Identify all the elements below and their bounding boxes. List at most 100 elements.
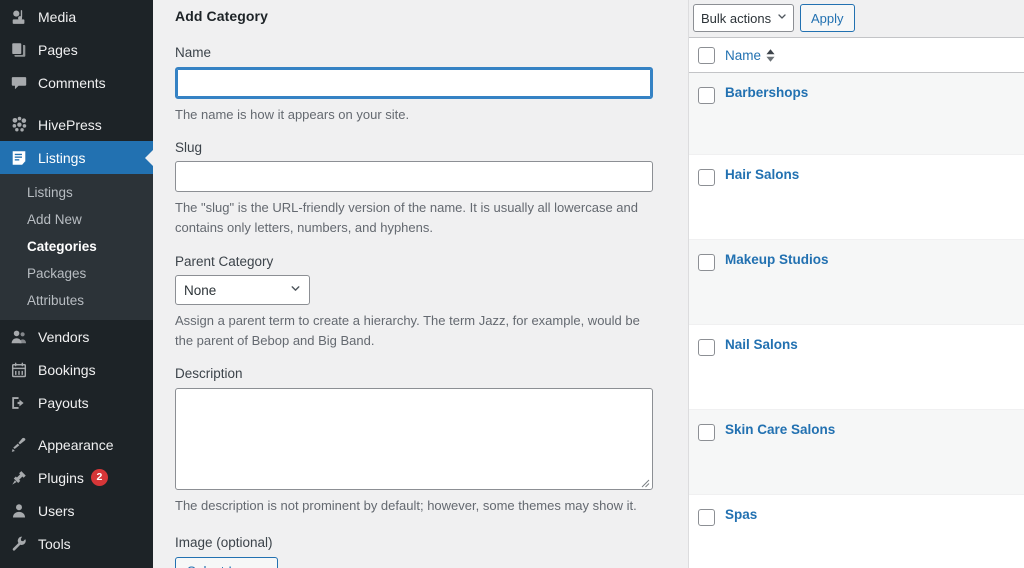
add-category-form: Add Category Name The name is how it app… — [153, 0, 688, 568]
row-checkbox[interactable] — [698, 254, 715, 271]
row-name-cell: Makeup Studios — [725, 239, 1024, 325]
plugins-icon — [9, 468, 29, 488]
sidebar-item-payouts[interactable]: Payouts — [0, 386, 153, 419]
sidebar-item-label: Plugins — [38, 469, 84, 486]
field-image: Image (optional) Select Image — [175, 534, 666, 568]
table-row[interactable]: Hair Salons — [689, 154, 1024, 240]
category-link[interactable]: Barbershops — [725, 85, 808, 100]
submenu-item-attributes[interactable]: Attributes — [0, 287, 153, 314]
row-name-cell: Skin Care Salons — [725, 409, 1024, 495]
row-name-cell: Nail Salons — [725, 324, 1024, 410]
sidebar-separator — [0, 419, 153, 428]
sort-by-name-link[interactable]: Name — [725, 48, 775, 63]
admin-sidebar: Media Pages Comments HivePress Listings … — [0, 0, 153, 568]
chevron-down-icon — [289, 282, 302, 298]
categories-list-panel: Bulk actions Apply Name Barbershops Hair… — [688, 0, 1024, 568]
sidebar-item-vendors[interactable]: Vendors — [0, 320, 153, 353]
users-icon — [9, 501, 29, 521]
pages-icon — [9, 40, 29, 60]
slug-label: Slug — [175, 139, 203, 155]
sidebar-item-label: Bookings — [38, 361, 96, 378]
row-checkbox[interactable] — [698, 339, 715, 356]
field-description: Description The description is not promi… — [175, 365, 666, 516]
payouts-icon — [9, 393, 29, 413]
row-checkbox-cell — [689, 494, 725, 568]
table-head: Name — [689, 37, 1024, 73]
select-all-checkbox[interactable] — [698, 46, 715, 64]
sidebar-item-users[interactable]: Users — [0, 494, 153, 527]
name-label: Name — [175, 45, 212, 60]
sidebar-separator — [0, 99, 153, 108]
form-heading: Add Category — [175, 8, 268, 24]
table-body: Barbershops Hair Salons Makeup Studios N… — [689, 72, 1024, 568]
table-header-row: Name — [689, 37, 1024, 73]
chevron-down-icon — [776, 11, 788, 26]
table-row[interactable]: Barbershops — [689, 72, 1024, 155]
parent-category-help-text: Assign a parent term to create a hierarc… — [175, 313, 640, 349]
category-link[interactable]: Hair Salons — [725, 167, 799, 182]
sidebar-item-label: Comments — [38, 74, 106, 91]
table-row[interactable]: Spas — [689, 494, 1024, 568]
row-checkbox[interactable] — [698, 169, 715, 186]
media-icon — [9, 7, 29, 27]
submenu-item-packages[interactable]: Packages — [0, 260, 153, 287]
description-help-text: The description is not prominent by defa… — [175, 497, 637, 513]
tools-icon — [9, 534, 29, 554]
appearance-icon — [9, 435, 29, 455]
sidebar-item-media[interactable]: Media — [0, 0, 153, 33]
sidebar-item-label: HivePress — [38, 116, 102, 133]
parent-category-label: Parent Category — [175, 253, 274, 269]
sort-arrows-icon — [766, 48, 775, 62]
row-name-cell: Hair Salons — [725, 154, 1024, 240]
listings-submenu: Listings Add New Categories Packages Att… — [0, 174, 153, 320]
sidebar-item-plugins[interactable]: Plugins 2 — [0, 461, 153, 494]
submenu-item-listings[interactable]: Listings — [0, 179, 153, 206]
row-checkbox-cell — [689, 154, 725, 240]
sidebar-item-tools[interactable]: Tools — [0, 527, 153, 560]
plugins-update-badge: 2 — [90, 469, 108, 486]
row-checkbox[interactable] — [698, 509, 715, 526]
submenu-item-add-new[interactable]: Add New — [0, 206, 153, 233]
description-textarea[interactable] — [175, 387, 653, 490]
category-link[interactable]: Makeup Studios — [725, 252, 829, 267]
description-label: Description — [175, 366, 243, 382]
category-link[interactable]: Nail Salons — [725, 337, 798, 352]
row-name-cell: Barbershops — [725, 72, 1024, 155]
table-row[interactable]: Nail Salons — [689, 324, 1024, 410]
row-checkbox-cell — [689, 324, 725, 410]
categories-table: Name Barbershops Hair Salons Makeup Stud… — [689, 37, 1024, 568]
row-checkbox-cell — [689, 409, 725, 495]
bulk-actions-select[interactable]: Bulk actions — [693, 4, 794, 32]
sidebar-item-label: Appearance — [38, 436, 114, 453]
table-row[interactable]: Makeup Studios — [689, 239, 1024, 325]
listings-icon — [9, 148, 29, 168]
sidebar-item-label: Pages — [38, 41, 78, 58]
row-checkbox[interactable] — [698, 87, 715, 104]
sidebar-item-bookings[interactable]: Bookings — [0, 353, 153, 386]
sidebar-item-label: Listings — [38, 149, 86, 166]
parent-category-select[interactable]: None — [175, 275, 310, 306]
field-name: Name The name is how it appears on your … — [175, 44, 666, 125]
image-label: Image (optional) — [175, 535, 273, 551]
apply-button[interactable]: Apply — [800, 4, 855, 32]
field-slug: Slug The "slug" is the URL-friendly vers… — [175, 139, 666, 239]
table-row[interactable]: Skin Care Salons — [689, 409, 1024, 495]
row-checkbox[interactable] — [698, 424, 715, 441]
slug-input[interactable] — [175, 161, 653, 193]
sidebar-item-appearance[interactable]: Appearance — [0, 428, 153, 461]
sidebar-item-hivepress[interactable]: HivePress — [0, 108, 153, 141]
column-header-label: Name — [725, 47, 762, 63]
submenu-item-categories[interactable]: Categories — [0, 233, 153, 260]
row-name-cell: Spas — [725, 494, 1024, 568]
sidebar-item-pages[interactable]: Pages — [0, 33, 153, 66]
select-image-button[interactable]: Select Image — [175, 556, 278, 568]
row-checkbox-cell — [689, 72, 725, 155]
sidebar-item-label: Media — [38, 8, 77, 25]
list-toolbar: Bulk actions Apply — [689, 0, 1024, 37]
vendors-icon — [9, 327, 29, 347]
sidebar-item-listings[interactable]: Listings — [0, 141, 153, 174]
name-input[interactable] — [175, 66, 653, 99]
sidebar-item-comments[interactable]: Comments — [0, 66, 153, 99]
category-link[interactable]: Skin Care Salons — [725, 422, 835, 437]
category-link[interactable]: Spas — [725, 507, 757, 522]
